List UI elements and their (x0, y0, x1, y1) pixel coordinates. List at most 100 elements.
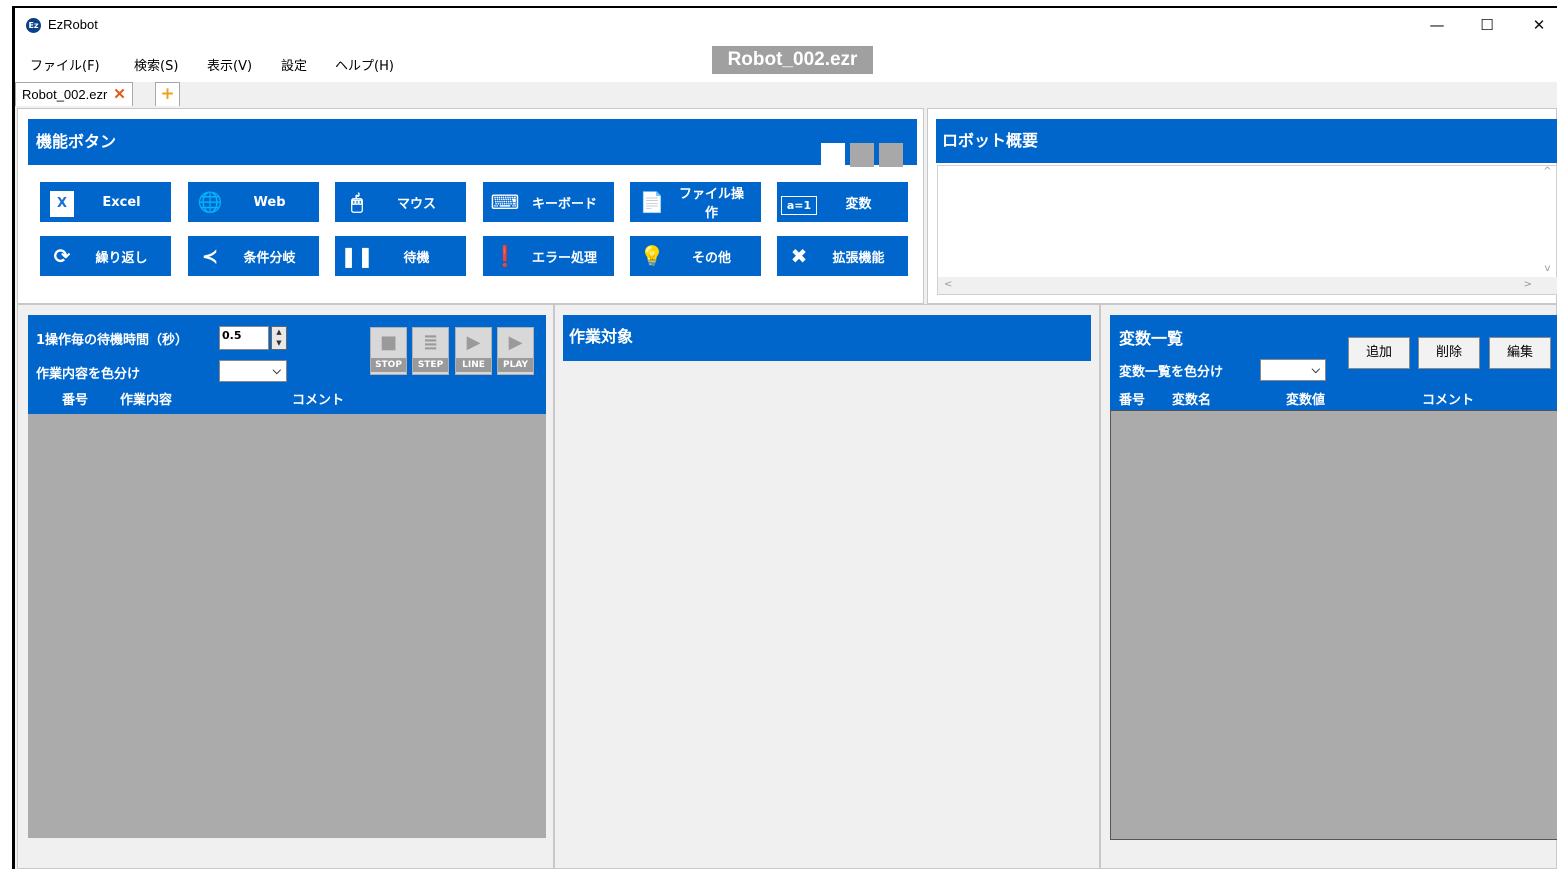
lightbulb-icon: 💡 (639, 244, 665, 268)
scroll-right-icon[interactable]: > (1524, 279, 1532, 290)
menu-help[interactable]: ヘルプ(H) (335, 55, 394, 74)
column-header-number[interactable]: 番号 (62, 389, 88, 408)
menu-file[interactable]: ファイル(F) (30, 55, 100, 74)
delete-variable-button[interactable]: 削除 (1418, 337, 1480, 369)
app-logo-icon: Ez (26, 18, 41, 33)
menu-settings[interactable]: 設定 (281, 55, 307, 74)
stop-label: STOP (371, 358, 406, 372)
variable-button-label: 変数 (845, 196, 872, 212)
tab-label: Robot_002.ezr (22, 87, 108, 102)
work-target-title: 作業対象 (563, 315, 1091, 361)
file-icon: 📄 (639, 190, 665, 214)
column-header-variable-value[interactable]: 変数値 (1286, 389, 1325, 408)
variables-panel: 変数一覧 変数一覧を色分け ⌵ 追加 削除 編集 番号 変数名 変数値 コメント (1100, 304, 1557, 869)
web-button[interactable]: 🌐 Web (188, 182, 319, 222)
view-mode-square-3[interactable] (879, 143, 903, 167)
branch-button-label: 条件分岐 (243, 250, 296, 266)
mouse-icon: 🖱 (351, 190, 363, 214)
play-button[interactable]: ▶ PLAY (497, 327, 534, 375)
keyboard-button[interactable]: ⌨ キーボード (483, 182, 614, 222)
branch-icon: ≺ (201, 244, 219, 268)
scroll-left-icon[interactable]: < (944, 279, 952, 290)
wait-time-input[interactable]: 0.5 (219, 326, 269, 350)
robot-overview-textarea[interactable]: ^ v < > (937, 165, 1557, 295)
maximize-button[interactable]: ☐ (1463, 8, 1511, 42)
error-icon: ❗ (492, 244, 518, 268)
spin-up-icon[interactable]: ▲ (272, 327, 286, 338)
excel-icon: X (50, 190, 74, 217)
menu-search[interactable]: 検索(S) (134, 55, 178, 74)
tab-robot-002[interactable]: Robot_002.ezr ✕ (15, 82, 133, 106)
chevron-down-icon: ⌵ (272, 364, 281, 377)
error-handling-button-label: エラー処理 (531, 250, 597, 266)
add-tab-icon[interactable]: + (155, 82, 180, 106)
column-header-variable-name[interactable]: 変数名 (1172, 389, 1211, 408)
variables-color-select[interactable]: ⌵ (1260, 359, 1326, 381)
minimize-button[interactable]: — (1413, 8, 1461, 42)
view-mode-square-2[interactable] (850, 143, 874, 167)
play-icon: ▶ (508, 332, 523, 353)
file-title-badge: Robot_002.ezr (712, 46, 873, 74)
play-label: PLAY (498, 358, 533, 372)
file-operation-button[interactable]: 📄 ファイル操作 (630, 182, 761, 222)
stop-button[interactable]: ■ STOP (370, 327, 407, 375)
globe-icon: 🌐 (197, 190, 223, 214)
stop-icon: ■ (379, 332, 397, 353)
tab-close-icon[interactable]: ✕ (113, 83, 126, 106)
menu-view[interactable]: 表示(V) (207, 55, 252, 74)
work-target-panel: 作業対象 (554, 304, 1100, 869)
function-panel-header: 機能ボタン (28, 119, 917, 167)
scroll-up-icon[interactable]: ^ (1539, 166, 1556, 177)
variable-button[interactable]: a=1 変数 (777, 182, 908, 222)
horizontal-scrollbar[interactable]: < > (938, 277, 1557, 294)
pause-icon: ❚❚ (340, 244, 374, 268)
wait-time-label: 1操作毎の待機時間（秒） (36, 333, 189, 348)
close-button[interactable]: ✕ (1515, 8, 1557, 42)
variable-list[interactable] (1110, 410, 1557, 840)
loop-icon: ⟳ (53, 244, 71, 268)
function-panel-title: 機能ボタン (36, 132, 117, 151)
scroll-down-icon[interactable]: v (1539, 263, 1556, 274)
variables-panel-header: 変数一覧 変数一覧を色分け ⌵ 追加 削除 編集 番号 変数名 変数値 コメント (1110, 315, 1557, 410)
chevron-down-icon: ⌵ (1311, 363, 1320, 376)
loop-button-label: 繰り返し (95, 250, 148, 266)
keyboard-icon: ⌨ (490, 190, 520, 214)
loop-button[interactable]: ⟳ 繰り返し (40, 236, 171, 276)
excel-button[interactable]: X Excel (40, 182, 171, 222)
web-button-label: Web (253, 194, 286, 210)
tools-icon: ✖ (790, 244, 808, 268)
add-variable-button[interactable]: 追加 (1348, 337, 1410, 369)
column-header-comment[interactable]: コメント (292, 389, 344, 408)
wait-button[interactable]: ❚❚ 待機 (335, 236, 466, 276)
document-tab-strip: Robot_002.ezr ✕ + (15, 82, 1557, 106)
variables-color-label: 変数一覧を色分け (1119, 365, 1224, 380)
mouse-button-label: マウス (396, 196, 436, 212)
app-window: Ez EzRobot — ☐ ✕ ファイル(F) 検索(S) 表示(V) 設定 … (15, 8, 1557, 869)
column-header-number[interactable]: 番号 (1119, 389, 1145, 408)
column-header-content[interactable]: 作業内容 (120, 389, 172, 408)
view-mode-square-1[interactable] (821, 143, 845, 167)
step-button[interactable]: ≣ STEP (412, 327, 449, 375)
task-color-select[interactable]: ⌵ (219, 360, 287, 382)
excel-button-label: Excel (102, 194, 141, 210)
spin-down-icon[interactable]: ▼ (272, 338, 286, 349)
column-header-comment[interactable]: コメント (1422, 389, 1474, 408)
extension-button-label: 拡張機能 (832, 250, 885, 266)
task-color-label: 作業内容を色分け (36, 367, 141, 382)
variable-icon: a=1 (780, 195, 818, 215)
task-panel: 1操作毎の待機時間（秒） 0.5 ▲ ▼ 作業内容を色分け ⌵ ■ STOP ≣… (17, 304, 554, 869)
mouse-button[interactable]: 🖱 マウス (335, 182, 466, 222)
function-buttons-panel: 機能ボタン X Excel 🌐 Web 🖱 マウス ⌨ キーボード 📄 ファイル… (17, 108, 924, 304)
wait-time-spinner[interactable]: ▲ ▼ (271, 326, 287, 350)
other-button[interactable]: 💡 その他 (630, 236, 761, 276)
title-bar: Ez EzRobot — ☐ ✕ (15, 8, 1557, 42)
other-button-label: その他 (691, 250, 731, 266)
error-handling-button[interactable]: ❗ エラー処理 (483, 236, 614, 276)
step-label: STEP (413, 358, 448, 372)
line-button[interactable]: ▶ LINE (455, 327, 492, 375)
branch-button[interactable]: ≺ 条件分岐 (188, 236, 319, 276)
vertical-scrollbar[interactable]: ^ v (1539, 166, 1556, 278)
edit-variable-button[interactable]: 編集 (1489, 337, 1551, 369)
task-list[interactable] (28, 414, 546, 838)
extension-button[interactable]: ✖ 拡張機能 (777, 236, 908, 276)
